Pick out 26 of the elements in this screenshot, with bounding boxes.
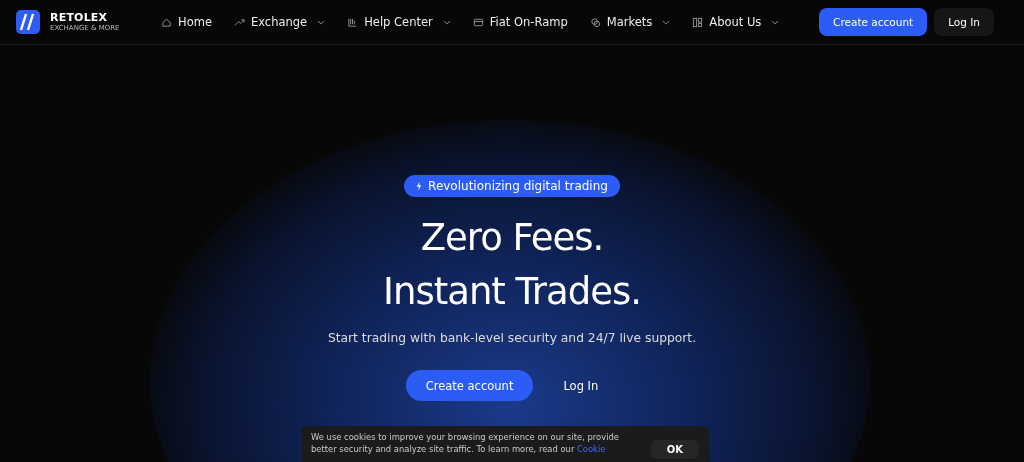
hero-subtitle: Start trading with bank-level security and 24/7 live support.: [327, 331, 697, 345]
nav-link[interactable]: Help Center: [347, 15, 451, 29]
book-icon: [347, 16, 359, 28]
hero-title: Zero Fees.: [420, 215, 604, 261]
ok-button[interactable]: OK: [650, 440, 699, 459]
brand-name: RETOLEX: [50, 12, 109, 23]
card-icon: [472, 16, 484, 28]
trend-icon: [233, 16, 245, 28]
header-button[interactable]: Log In: [934, 8, 994, 36]
nav-link[interactable]: Exchange: [233, 15, 326, 29]
lightning-icon: [416, 181, 423, 191]
hero-button[interactable]: Create account: [405, 370, 534, 401]
grid-icon: [692, 16, 704, 28]
hero-title: Instant Trades.: [383, 269, 641, 315]
cookie-link[interactable]: Cookie: [577, 444, 606, 454]
nav-link[interactable]: Fiat On-Ramp: [472, 15, 568, 29]
nav-link[interactable]: About Us: [692, 15, 780, 29]
hero-button[interactable]: Log In: [543, 370, 619, 401]
cookie-text: We use cookies to improve your browsing experience on our site, provide better security and analyze site traffic. To learn more, read our Cookie: [311, 431, 620, 455]
coins-icon: [589, 16, 601, 28]
nav-link[interactable]: Home: [161, 15, 212, 29]
nav-link[interactable]: Markets: [589, 15, 671, 29]
badge-text: Revolutionizing digital trading: [428, 179, 608, 193]
home-icon: [161, 16, 172, 28]
header-button[interactable]: Create account: [819, 8, 928, 36]
logo-icon: [16, 10, 40, 34]
